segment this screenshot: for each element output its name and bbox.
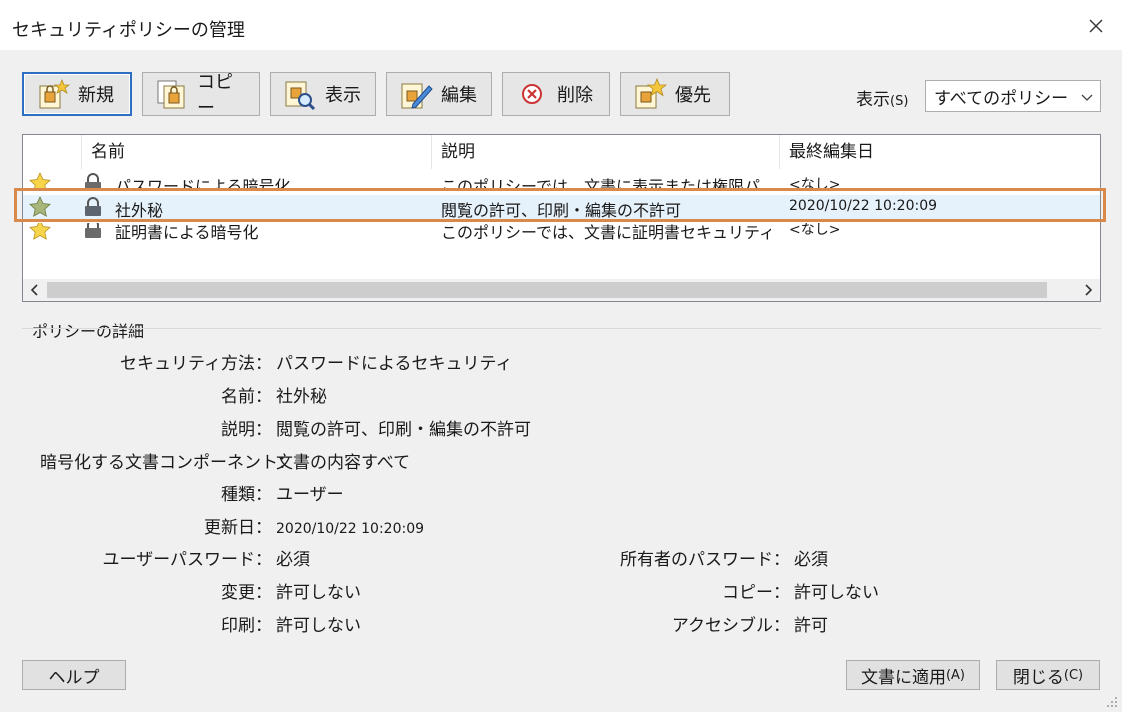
detail-accessible: アクセシブル： 許可: [671, 616, 828, 636]
apply-to-document-button[interactable]: 文書に適用 (A): [846, 660, 980, 690]
new-policy-button[interactable]: 新規: [22, 72, 132, 116]
delete-policy-label: 削除: [557, 85, 593, 106]
policy-manager-dialog: セキュリティポリシーの管理 新規 コピー 表示 編集 削除 優先 表示(S) す…: [0, 0, 1122, 712]
delete-policy-button[interactable]: 削除: [502, 72, 610, 116]
detail-updated: 更新日： 2020/10/22 10:20:09: [204, 518, 425, 538]
star-icon: [29, 172, 51, 191]
view-filter-select[interactable]: すべてのポリシー: [925, 80, 1101, 112]
lock-icon: [85, 173, 101, 191]
view-policy-label: 表示: [325, 85, 361, 106]
dialog-title: セキュリティポリシーの管理: [12, 20, 245, 41]
policy-row[interactable]: パスワードによる暗号化 このポリシーでは、文書に表示または権限パ... <なし>: [23, 171, 1100, 191]
scroll-right-icon[interactable]: [1080, 282, 1096, 298]
help-button[interactable]: ヘルプ: [22, 660, 126, 690]
edit-policy-button[interactable]: 編集: [386, 72, 492, 116]
scrollbar-thumb[interactable]: [47, 282, 1047, 298]
policy-modified: <なし>: [789, 177, 841, 191]
policy-row-selected[interactable]: 社外秘 閲覧の許可、印刷・編集の不許可 2020/10/22 10:20:09: [23, 195, 1100, 220]
policy-name: パスワードによる暗号化: [115, 177, 291, 191]
detail-type: 種類： ユーザー: [221, 485, 344, 505]
column-header-name[interactable]: 名前: [81, 135, 431, 169]
scroll-left-icon[interactable]: [27, 282, 43, 298]
priority-policy-button[interactable]: 優先: [620, 72, 730, 116]
delete-icon: [515, 78, 549, 110]
detail-change: 変更： 許可しない: [221, 583, 361, 603]
view-filter-label: 表示(S): [856, 90, 909, 110]
horizontal-scrollbar[interactable]: [23, 279, 1100, 301]
view-filter-selected: すべてのポリシー: [934, 88, 1069, 109]
detail-security-method: セキュリティ方法： パスワードによるセキュリティ: [120, 354, 513, 374]
policy-name: 社外秘: [115, 201, 164, 220]
policy-name: 証明書による暗号化: [115, 223, 259, 242]
close-button[interactable]: 閉じる (C): [996, 660, 1100, 690]
policy-modified: 2020/10/22 10:20:09: [789, 198, 938, 214]
priority-star-icon: [633, 78, 667, 110]
new-policy-icon: [36, 78, 70, 110]
policy-row[interactable]: 証明書による暗号化 このポリシーでは、文書に証明書セキュリティ... <なし>: [23, 223, 1100, 243]
view-policy-button[interactable]: 表示: [270, 72, 376, 116]
policy-modified: <なし>: [789, 223, 841, 238]
detail-description: 説明： 閲覧の許可、印刷・編集の不許可: [221, 420, 531, 440]
detail-print: 印刷： 許可しない: [221, 616, 361, 636]
policy-description: 閲覧の許可、印刷・編集の不許可: [441, 201, 682, 220]
policy-description: このポリシーでは、文書に証明書セキュリティ...: [441, 223, 771, 242]
star-icon: [29, 196, 51, 217]
chevron-down-icon: [1081, 94, 1093, 101]
edit-policy-label: 編集: [441, 85, 477, 106]
resize-grip-icon[interactable]: [1106, 696, 1118, 708]
priority-policy-label: 優先: [675, 85, 711, 106]
lock-icon: [85, 223, 101, 238]
title-bar: セキュリティポリシーの管理: [0, 0, 1122, 50]
detail-owner-password: 所有者のパスワード： 必須: [620, 550, 828, 570]
column-header-description[interactable]: 説明: [431, 135, 779, 169]
detail-copy: コピー： 許可しない: [722, 583, 879, 603]
policy-description: このポリシーでは、文書に表示または権限パ...: [441, 177, 771, 191]
list-header: 名前 説明 最終編集日: [23, 135, 1100, 169]
column-header-modified[interactable]: 最終編集日: [779, 135, 1101, 169]
toolbar: 新規 コピー 表示 編集 削除 優先: [22, 72, 730, 119]
edit-policy-icon: [399, 78, 433, 110]
view-policy-icon: [283, 78, 317, 110]
policy-list[interactable]: 名前 説明 最終編集日 パスワードによる暗号化 このポリシーでは、文書に表示また…: [22, 134, 1101, 302]
lock-icon: [85, 197, 101, 216]
star-icon: [29, 223, 51, 240]
copy-policy-button[interactable]: コピー: [142, 72, 260, 119]
detail-components: 暗号化する文書コンポーネント：文書の内容すべて: [40, 453, 411, 473]
detail-user-password: ユーザーパスワード： 必須: [102, 550, 311, 570]
copy-policy-label: コピー: [197, 72, 233, 119]
new-policy-label: 新規: [78, 85, 114, 106]
close-window-button[interactable]: [1078, 8, 1114, 44]
detail-name: 名前： 社外秘: [221, 387, 327, 407]
close-icon: [1089, 19, 1103, 33]
copy-policy-icon: [155, 78, 189, 110]
